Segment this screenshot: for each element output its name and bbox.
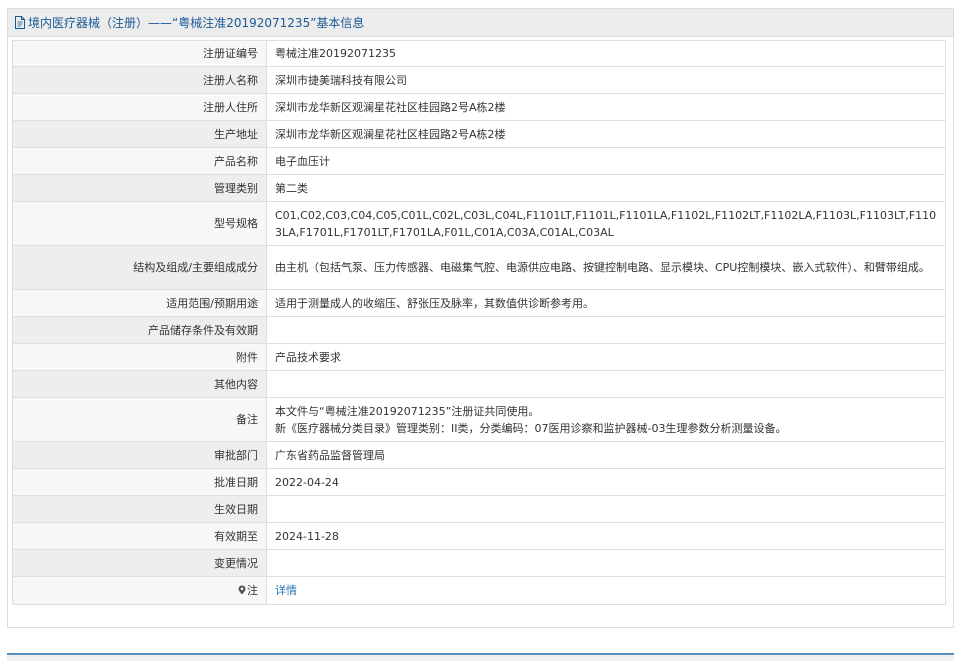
row-label: 备注 [12, 397, 267, 442]
row-value: 深圳市龙华新区观澜星花社区桂园路2号A栋2楼 [266, 120, 946, 148]
row-value: 广东省药品监督管理局 [266, 441, 946, 469]
table-row: 有效期至 2024-11-28 [12, 522, 946, 550]
note-label: 注 [247, 584, 258, 597]
row-value: 第二类 [266, 174, 946, 202]
details-link[interactable]: 详情 [275, 584, 297, 597]
row-value: 适用于测量成人的收缩压、舒张压及脉率，其数值供诊断参考用。 [266, 289, 946, 317]
table-row: 产品名称 电子血压计 [12, 147, 946, 175]
table-row: 注册人住所 深圳市龙华新区观澜星花社区桂园路2号A栋2楼 [12, 93, 946, 121]
row-label: 其他内容 [12, 370, 267, 398]
row-value [266, 549, 946, 577]
row-label: 适用范围/预期用途 [12, 289, 267, 317]
row-value: 本文件与“粤械注准20192071235”注册证共同使用。 新《医疗器械分类目录… [266, 397, 946, 442]
registration-info-table: 注册证编号 粤械注准20192071235 注册人名称 深圳市捷美瑞科技有限公司 注册人… [12, 40, 946, 605]
row-value: 2024-11-28 [266, 522, 946, 550]
table-row: 注册人名称 深圳市捷美瑞科技有限公司 [12, 66, 946, 94]
row-label: 批准日期 [12, 468, 267, 496]
table-row-note: 注 详情 [12, 576, 946, 605]
row-label: 生产地址 [12, 120, 267, 148]
row-label: 注册人名称 [12, 66, 267, 94]
table-row: 其他内容 [12, 370, 946, 398]
table-row: 结构及组成/主要组成成分 由主机（包括气泵、压力传感器、电磁集气腔、电源供应电路、… [12, 245, 946, 290]
row-value: 由主机（包括气泵、压力传感器、电磁集气腔、电源供应电路、按键控制电路、显示模块、… [266, 245, 946, 290]
row-value [266, 316, 946, 344]
row-label: 审批部门 [12, 441, 267, 469]
row-value [266, 495, 946, 523]
note-label-cell: 注 [12, 576, 267, 605]
table-row: 注册证编号 粤械注准20192071235 [12, 40, 946, 67]
row-value [266, 370, 946, 398]
panel-header: 境内医疗器械（注册）——“粤械注准20192071235”基本信息 [8, 9, 953, 37]
table-row: 管理类别 第二类 [12, 174, 946, 202]
table-row: 附件 产品技术要求 [12, 343, 946, 371]
table-row: 生产地址 深圳市龙华新区观澜星花社区桂园路2号A栋2楼 [12, 120, 946, 148]
row-label: 变更情况 [12, 549, 267, 577]
row-label: 生效日期 [12, 495, 267, 523]
row-label: 产品名称 [12, 147, 267, 175]
row-value: 深圳市捷美瑞科技有限公司 [266, 66, 946, 94]
row-label: 有效期至 [12, 522, 267, 550]
row-label: 结构及组成/主要组成成分 [12, 245, 267, 290]
document-icon [15, 16, 25, 29]
table-row: 批准日期 2022-04-24 [12, 468, 946, 496]
row-label: 注册证编号 [12, 40, 267, 67]
table-row: 审批部门 广东省药品监督管理局 [12, 441, 946, 469]
row-value: 产品技术要求 [266, 343, 946, 371]
row-value: 2022-04-24 [266, 468, 946, 496]
pin-icon [238, 585, 246, 595]
table-row: 适用范围/预期用途 适用于测量成人的收缩压、舒张压及脉率，其数值供诊断参考用。 [12, 289, 946, 317]
row-value: 电子血压计 [266, 147, 946, 175]
table-row: 变更情况 [12, 549, 946, 577]
row-label: 注册人住所 [12, 93, 267, 121]
row-label: 管理类别 [12, 174, 267, 202]
row-value: 粤械注准20192071235 [266, 40, 946, 67]
row-value: C01,C02,C03,C04,C05,C01L,C02L,C03L,C04L,… [266, 201, 946, 246]
table-row: 备注 本文件与“粤械注准20192071235”注册证共同使用。 新《医疗器械分类… [12, 397, 946, 442]
footer-divider [7, 653, 954, 661]
row-value: 深圳市龙华新区观澜星花社区桂园路2号A栋2楼 [266, 93, 946, 121]
table-row: 生效日期 [12, 495, 946, 523]
note-value-cell: 详情 [266, 576, 946, 605]
row-label: 附件 [12, 343, 267, 371]
table-row: 型号规格 C01,C02,C03,C04,C05,C01L,C02L,C03L,C… [12, 201, 946, 246]
page-title: 境内医疗器械（注册）——“粤械注准20192071235”基本信息 [28, 16, 365, 30]
row-label: 型号规格 [12, 201, 267, 246]
row-label: 产品储存条件及有效期 [12, 316, 267, 344]
table-row: 产品储存条件及有效期 [12, 316, 946, 344]
